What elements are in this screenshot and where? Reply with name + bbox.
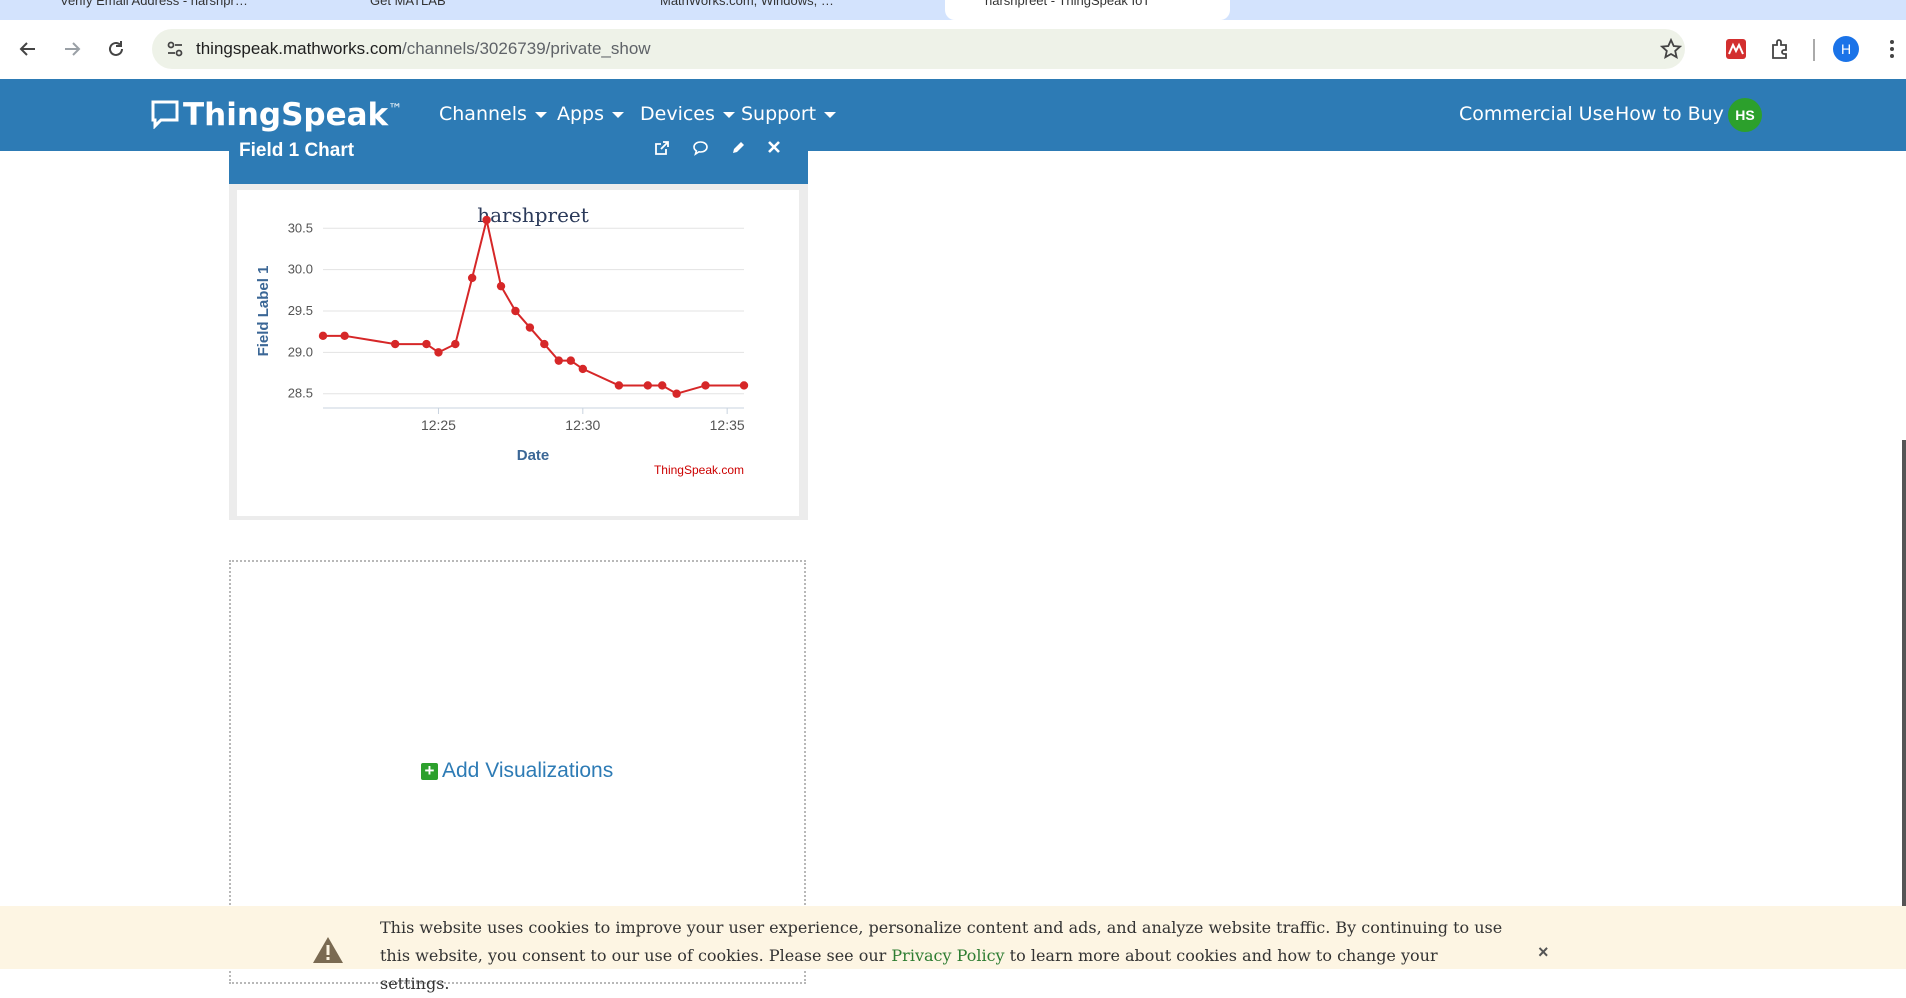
nav-devices[interactable]: Devices <box>640 103 735 125</box>
data-point <box>566 356 575 365</box>
line-chart: 30.5 30.0 29.5 29.0 28.5 12:25 12:30 12:35 harsh… <box>255 203 749 477</box>
comment-icon[interactable] <box>692 140 709 161</box>
data-point <box>554 356 563 365</box>
logo-text: ThingSpeak <box>183 97 389 133</box>
speech-bubble-icon <box>151 100 179 130</box>
tab-strip: Verify Email Address - harshpr… Get MATL… <box>0 0 1906 20</box>
data-point <box>434 348 443 357</box>
back-icon[interactable] <box>12 33 44 65</box>
add-visualizations-text: Add Visualizations <box>442 759 614 782</box>
data-point <box>525 323 535 332</box>
menu-dots-icon[interactable] <box>1876 33 1906 65</box>
url-domain: thingspeak.mathworks.com <box>196 39 402 58</box>
privacy-policy-link[interactable]: Privacy Policy <box>891 946 1004 965</box>
caret-down-icon <box>612 111 625 118</box>
data-point <box>658 381 667 390</box>
cookie-message: This website uses cookies to improve you… <box>380 914 1510 998</box>
close-icon[interactable] <box>767 140 781 159</box>
caret-down-icon <box>722 111 735 118</box>
thingspeak-logo[interactable]: ThingSpeak™ <box>150 97 402 133</box>
extensions-puzzle-icon[interactable] <box>1764 33 1796 65</box>
warning-icon <box>312 936 344 969</box>
y-tick-label: 30.0 <box>288 262 313 277</box>
data-point <box>511 306 520 316</box>
data-point <box>390 339 400 349</box>
forward-icon[interactable] <box>56 33 88 65</box>
y-tick-label: 30.5 <box>288 220 313 235</box>
nav-label: Devices <box>640 103 715 125</box>
chart-panel-header: Field 1 Chart <box>229 140 808 184</box>
series-line <box>323 219 744 395</box>
data-point <box>496 281 506 291</box>
data-point <box>482 215 491 225</box>
caret-down-icon <box>534 111 547 118</box>
address-bar[interactable]: thingspeak.mathworks.com/channels/302673… <box>152 29 1685 69</box>
data-point <box>467 273 477 283</box>
mathworks-extension-icon[interactable] <box>1720 33 1752 65</box>
tab-mathworks[interactable]: MathWorks.com, Windows, … <box>660 0 920 20</box>
nav-commercial-use[interactable]: Commercial Use <box>1459 103 1614 125</box>
nav-label: Channels <box>439 103 527 125</box>
profile-initial: H <box>1833 36 1859 62</box>
y-tick-label: 29.0 <box>288 344 313 359</box>
nav-support[interactable]: Support <box>741 103 837 125</box>
profile-avatar[interactable]: H <box>1830 33 1862 65</box>
add-visualizations-link[interactable]: + Add Visualizations <box>421 759 613 783</box>
y-tick-label: 29.5 <box>288 303 313 318</box>
caret-down-icon <box>824 111 837 118</box>
data-point <box>643 381 652 390</box>
external-link-icon[interactable] <box>654 140 670 161</box>
url-path: /channels/3026739/private_show <box>401 39 651 58</box>
tab-verify-email[interactable]: Verify Email Address - harshpr… <box>60 0 290 20</box>
chart-credit: ThingSpeak.com <box>654 463 744 477</box>
pencil-icon[interactable] <box>730 140 746 161</box>
y-axis-label: Field Label 1 <box>255 266 272 357</box>
tab-label: Get MATLAB <box>370 0 446 8</box>
nav-channels[interactable]: Channels <box>439 103 547 125</box>
tab-label: Verify Email Address - harshpr… <box>60 0 248 8</box>
logo-trademark: ™ <box>388 101 403 118</box>
chart-title: harshpreet <box>477 203 589 227</box>
data-point <box>451 339 460 349</box>
plus-square-icon: + <box>421 762 438 780</box>
y-tick-label: 28.5 <box>288 386 313 401</box>
tab-label: harshpreet - ThingSpeak IoT <box>985 0 1151 8</box>
bookmark-star-icon[interactable] <box>1659 37 1683 65</box>
data-point <box>540 339 549 349</box>
tab-label: MathWorks.com, Windows, … <box>660 0 834 8</box>
x-axis-label: Date <box>517 447 550 464</box>
x-tick-label: 12:30 <box>565 417 600 433</box>
browser-toolbar: thingspeak.mathworks.com/channels/302673… <box>0 20 1906 79</box>
site-info-icon[interactable] <box>166 40 184 63</box>
cookie-close-icon[interactable]: × <box>1538 942 1549 963</box>
user-avatar[interactable]: HS <box>1728 98 1762 132</box>
chart-panel-body: 30.5 30.0 29.5 29.0 28.5 12:25 12:30 12:35 harsh… <box>229 184 808 520</box>
reload-icon[interactable] <box>100 33 132 65</box>
data-point <box>422 339 431 349</box>
toolbar-divider <box>1813 39 1815 61</box>
chart-container[interactable]: 30.5 30.0 29.5 29.0 28.5 12:25 12:30 12:35 harsh… <box>237 190 799 516</box>
cookie-banner: This website uses cookies to improve you… <box>0 906 1906 993</box>
tab-active-thingspeak[interactable]: harshpreet - ThingSpeak IoT <box>945 0 1230 20</box>
panel-title: Field 1 Chart <box>239 140 355 161</box>
nav-apps[interactable]: Apps <box>557 103 625 125</box>
url-text: thingspeak.mathworks.com/channels/302673… <box>196 39 651 59</box>
nav-label: Support <box>741 103 817 125</box>
data-point <box>672 389 681 398</box>
nav-how-to-buy[interactable]: How to Buy <box>1615 103 1724 125</box>
data-point <box>578 364 588 374</box>
data-point <box>739 381 749 390</box>
nav-label: Apps <box>557 103 605 125</box>
tab-get-matlab[interactable]: Get MATLAB <box>370 0 620 20</box>
data-point <box>318 331 328 341</box>
data-point <box>340 331 349 341</box>
page-scrollbar[interactable] <box>1902 440 1906 910</box>
x-tick-label: 12:25 <box>421 417 456 433</box>
x-tick-label: 12:35 <box>710 417 745 433</box>
data-point <box>614 381 624 390</box>
data-point <box>701 381 710 390</box>
